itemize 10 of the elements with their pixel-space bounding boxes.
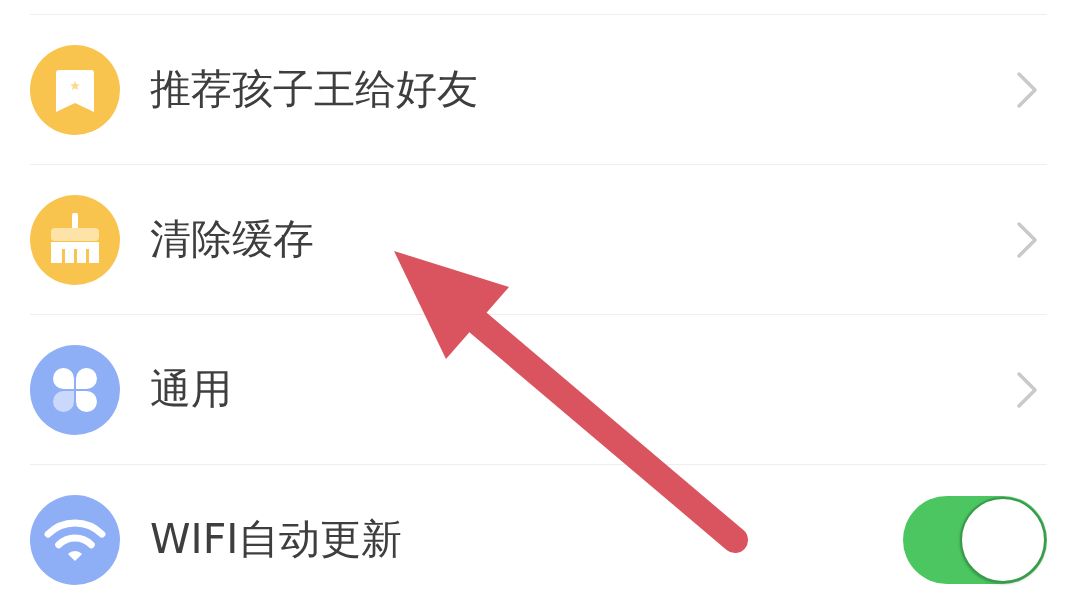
chevron-right-icon bbox=[1016, 70, 1038, 109]
broom-icon bbox=[30, 194, 120, 285]
wifi-icon bbox=[30, 494, 120, 585]
setting-label[interactable]: 清除缓存 bbox=[150, 213, 314, 266]
setting-label[interactable]: 推荐孩子王给好友 bbox=[150, 63, 478, 116]
chevron-right-icon bbox=[1016, 220, 1038, 259]
setting-label[interactable]: 通用 bbox=[150, 363, 232, 416]
setting-label[interactable]: WIFI自动更新 bbox=[150, 513, 403, 566]
clover-icon bbox=[30, 344, 120, 435]
chevron-right-icon bbox=[1016, 370, 1038, 409]
